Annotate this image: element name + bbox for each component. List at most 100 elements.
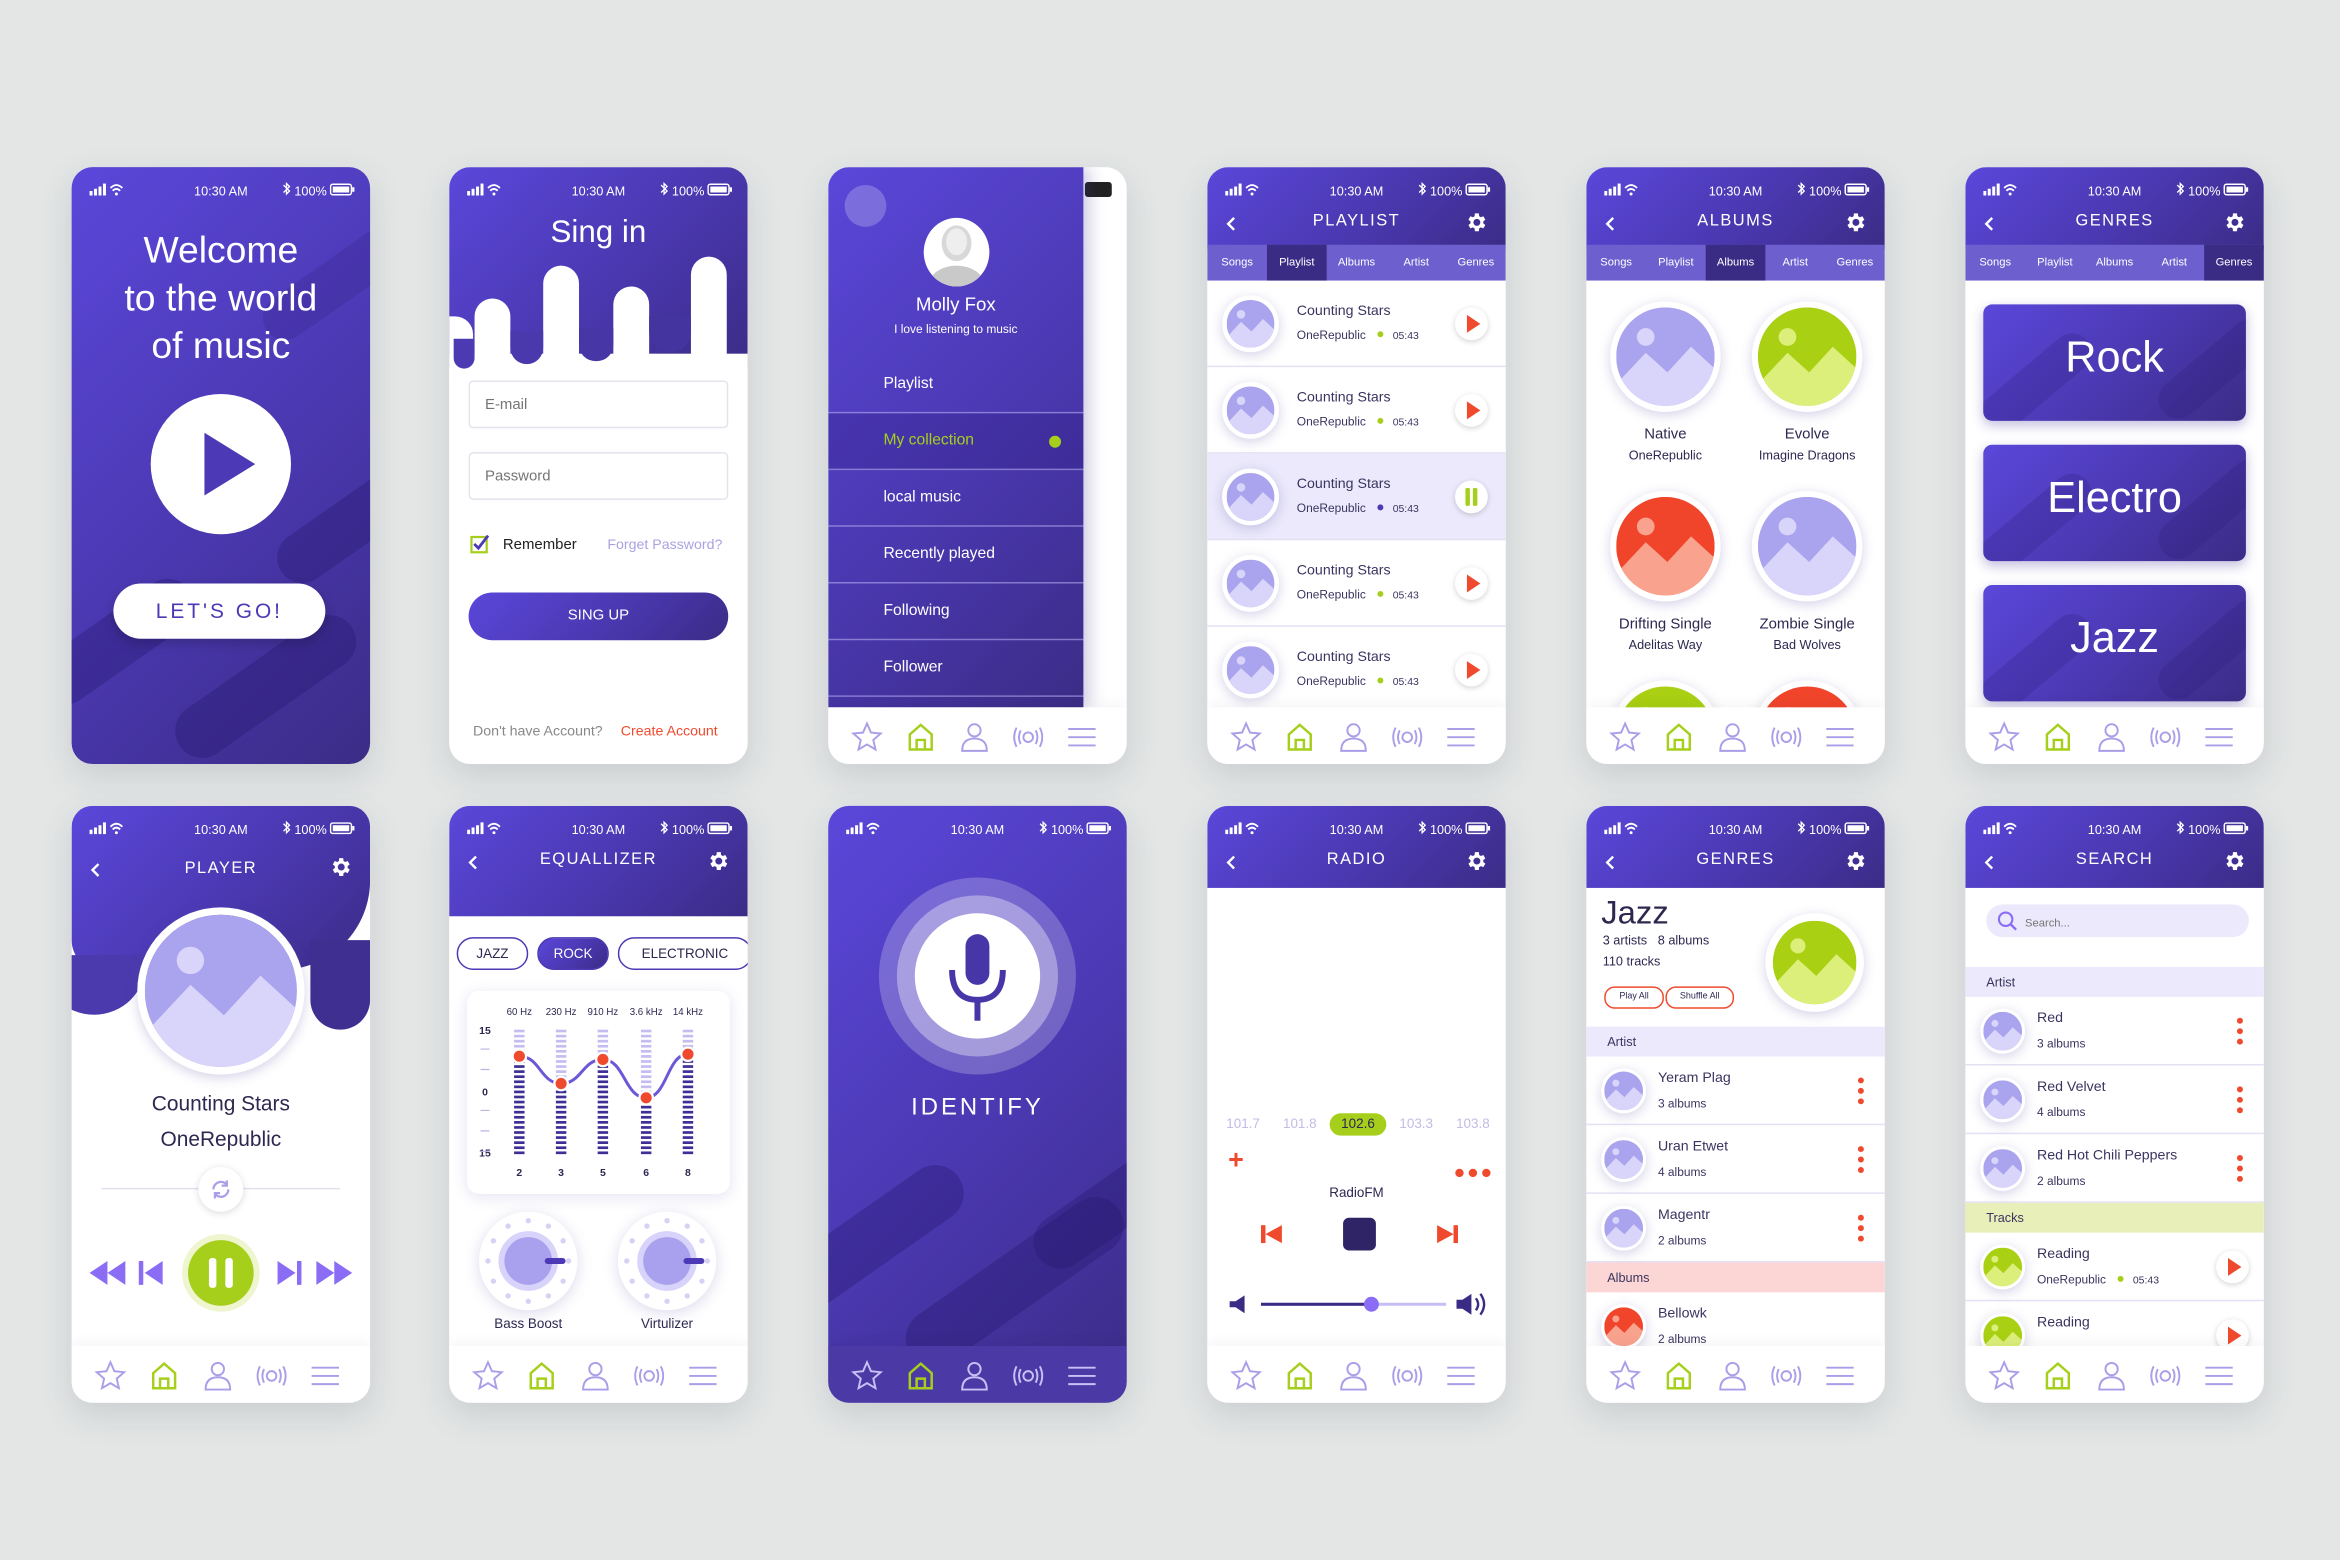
home-icon[interactable] — [1662, 1359, 1695, 1392]
play-button[interactable] — [1454, 307, 1488, 341]
radio-icon[interactable] — [1391, 721, 1424, 754]
star-icon[interactable] — [94, 1359, 127, 1392]
user-icon[interactable] — [201, 1359, 234, 1392]
eq-band-handle[interactable] — [511, 1048, 528, 1065]
tab-playlist[interactable]: Playlist — [1646, 245, 1706, 281]
track-row[interactable]: Counting Stars OneRepublic 05:43 — [1207, 627, 1506, 714]
star-icon[interactable] — [1230, 1359, 1263, 1392]
tab-artist[interactable]: Artist — [1386, 245, 1446, 281]
station-frequency[interactable]: 102.6 — [1329, 1113, 1387, 1136]
star-icon[interactable] — [851, 721, 884, 754]
gear-icon[interactable] — [1464, 210, 1488, 234]
user-icon[interactable] — [1716, 721, 1749, 754]
preset-jazz[interactable]: JAZZ — [456, 937, 529, 970]
tab-playlist[interactable]: Playlist — [2025, 245, 2085, 281]
play-button[interactable] — [1454, 567, 1488, 600]
create-account-link[interactable]: Create Account — [621, 724, 718, 740]
email-input[interactable] — [468, 380, 729, 429]
user-icon[interactable] — [2095, 721, 2128, 754]
preset-rock[interactable]: ROCK — [537, 937, 609, 970]
menu-icon[interactable] — [2203, 721, 2236, 754]
menu-item-local-music[interactable]: local music — [828, 470, 1084, 527]
star-icon[interactable] — [1609, 1359, 1642, 1392]
radio-icon[interactable] — [2149, 1359, 2182, 1392]
user-icon[interactable] — [958, 721, 991, 754]
remember-checkbox[interactable] — [470, 534, 490, 554]
list-item[interactable]: Red Velvet 4 albums — [1965, 1066, 2264, 1135]
pause-button[interactable] — [188, 1240, 254, 1306]
home-icon[interactable] — [2041, 1359, 2074, 1392]
user-icon[interactable] — [579, 1359, 612, 1392]
user-icon[interactable] — [1337, 721, 1370, 754]
radio-icon[interactable] — [1770, 1359, 1803, 1392]
sign-up-button[interactable]: SING UP — [468, 592, 729, 641]
repeat-button[interactable] — [198, 1166, 244, 1212]
list-item[interactable]: Red Hot Chili Peppers 2 albums — [1965, 1134, 2264, 1203]
radio-icon[interactable] — [633, 1359, 666, 1392]
previous-icon[interactable] — [137, 1260, 164, 1287]
tab-artist[interactable]: Artist — [1765, 245, 1825, 281]
track-row[interactable]: Counting Stars OneRepublic 05:43 — [1207, 453, 1506, 541]
tab-genres[interactable]: Genres — [2204, 244, 2264, 281]
next-icon[interactable] — [276, 1260, 303, 1287]
star-icon[interactable] — [1230, 721, 1263, 754]
more-options-icon[interactable] — [1455, 1158, 1491, 1178]
menu-icon[interactable] — [1445, 721, 1478, 754]
eq-band-handle[interactable] — [595, 1051, 611, 1068]
menu-item-recently-played[interactable]: Recently played — [828, 527, 1084, 584]
list-item[interactable]: Uran Etwet 4 albums — [1586, 1125, 1885, 1194]
user-icon[interactable] — [958, 1359, 991, 1392]
gear-icon[interactable] — [706, 849, 730, 873]
gear-icon[interactable] — [328, 855, 352, 879]
track-row[interactable]: Counting Stars OneRepublic 05:43 — [1207, 281, 1506, 368]
identify-button[interactable] — [878, 877, 1076, 1075]
radio-icon[interactable] — [1391, 1359, 1424, 1392]
forgot-password-link[interactable]: Forget Password? — [607, 537, 722, 553]
play-button[interactable] — [1454, 393, 1488, 427]
home-icon[interactable] — [904, 721, 937, 754]
menu-item-follower[interactable]: Follower — [828, 640, 1084, 697]
menu-icon[interactable] — [309, 1359, 342, 1392]
tab-albums[interactable]: Albums — [2085, 245, 2145, 281]
radio-icon[interactable] — [2149, 721, 2182, 754]
fast-forward-icon[interactable] — [315, 1260, 354, 1287]
star-icon[interactable] — [1988, 721, 2021, 754]
star-icon[interactable] — [851, 1359, 884, 1392]
menu-icon[interactable] — [1066, 1359, 1099, 1392]
stop-button[interactable] — [1343, 1217, 1376, 1251]
more-options-icon[interactable] — [1857, 1146, 1864, 1177]
search-input[interactable] — [2022, 908, 2237, 936]
tab-genres[interactable]: Genres — [1825, 245, 1885, 281]
tab-albums[interactable]: Albums — [1705, 244, 1766, 281]
menu-icon[interactable] — [1824, 1359, 1857, 1392]
star-icon[interactable] — [471, 1359, 505, 1392]
more-options-icon[interactable] — [2236, 1086, 2243, 1117]
station-frequency[interactable]: 103.3 — [1388, 1113, 1445, 1135]
user-icon[interactable] — [1716, 1359, 1749, 1392]
home-icon[interactable] — [904, 1359, 937, 1392]
list-item[interactable]: Magentr 2 albums — [1586, 1194, 1885, 1263]
gear-icon[interactable] — [2222, 210, 2246, 234]
home-icon[interactable] — [2041, 721, 2074, 754]
user-icon[interactable] — [1337, 1359, 1370, 1392]
gear-icon[interactable] — [1464, 849, 1488, 873]
knob-bass-boost[interactable] — [479, 1211, 578, 1311]
menu-item-playlist[interactable]: Playlist — [828, 357, 1084, 414]
tab-songs[interactable]: Songs — [1965, 245, 2025, 281]
genre-card-electro[interactable]: Electro — [1983, 444, 2246, 562]
track-row[interactable]: Counting Stars OneRepublic 05:43 — [1207, 367, 1506, 454]
play-all-button[interactable]: Play All — [1604, 986, 1664, 1009]
menu-icon[interactable] — [1066, 721, 1099, 754]
menu-icon[interactable] — [1824, 721, 1857, 754]
list-item[interactable]: Reading OneRepublic 05:43 — [1965, 1233, 2264, 1302]
knob-virtulizer[interactable] — [617, 1211, 717, 1311]
genre-card-jazz[interactable]: Jazz — [1983, 584, 2246, 702]
previous-station-icon[interactable] — [1260, 1222, 1284, 1246]
tab-songs[interactable]: Songs — [1586, 245, 1646, 281]
station-frequency[interactable]: 103.8 — [1445, 1113, 1502, 1135]
play-button[interactable] — [1454, 653, 1488, 687]
home-icon[interactable] — [1662, 721, 1695, 754]
more-options-icon[interactable] — [1857, 1077, 1864, 1108]
more-options-icon[interactable] — [2236, 1017, 2243, 1049]
home-icon[interactable] — [1283, 721, 1316, 754]
